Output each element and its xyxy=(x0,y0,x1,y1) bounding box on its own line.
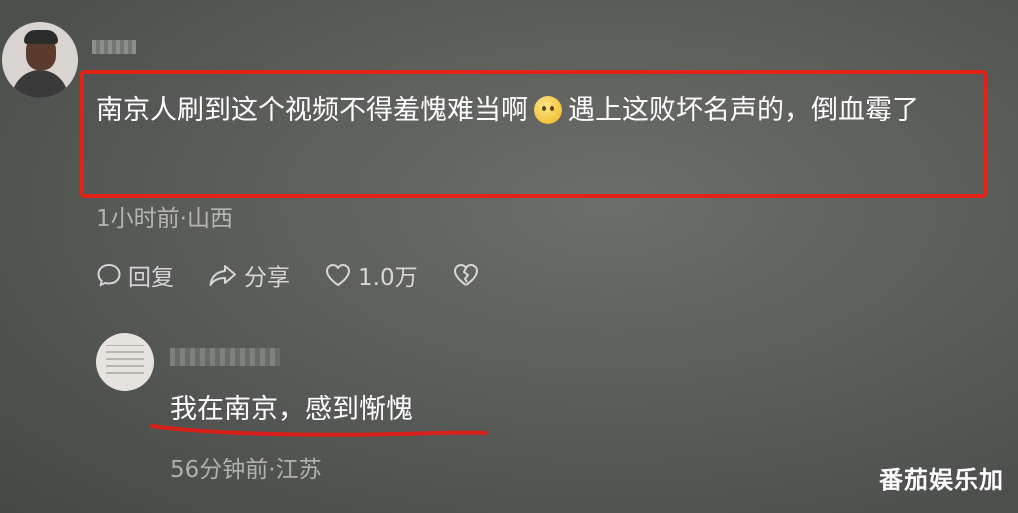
dislike-button[interactable] xyxy=(452,262,486,288)
like-count: 1.0万 xyxy=(358,265,418,291)
avatar-body-shape xyxy=(12,70,68,98)
comment-text-part-2: 遇上这败坏名声的，倒血霉了 xyxy=(568,95,919,126)
like-button[interactable]: 1.0万 xyxy=(324,258,418,292)
reply-label: 回复 xyxy=(128,265,174,291)
share-label: 分享 xyxy=(244,265,290,291)
avatar-hat-shape xyxy=(24,30,58,44)
comment-actions: 回复 分享 1.0万 xyxy=(96,258,520,292)
commenter-avatar[interactable] xyxy=(2,22,78,98)
broken-heart-icon xyxy=(453,264,478,286)
heart-icon xyxy=(326,264,350,286)
watermark: 番茄娱乐加 xyxy=(879,466,1004,494)
share-button[interactable]: 分享 xyxy=(208,258,290,292)
blurred-username xyxy=(92,40,136,54)
worried-face-emoji-icon xyxy=(534,96,562,124)
comment-meta: 1小时前·山西 xyxy=(96,206,233,232)
reply-button[interactable]: 回复 xyxy=(96,258,174,292)
reply-avatar[interactable] xyxy=(96,333,154,391)
red-underline xyxy=(150,424,488,437)
reply-avatar-pattern xyxy=(106,345,144,379)
share-arrow-icon xyxy=(209,265,236,286)
blurred-reply-username xyxy=(170,348,280,366)
reply-meta: 56分钟前·江苏 xyxy=(170,457,322,483)
reply-bubble-icon xyxy=(97,263,121,287)
comment-text-part-1: 南京人刷到这个视频不得羞愧难当啊 xyxy=(96,95,528,126)
comment-text: 南京人刷到这个视频不得羞愧难当啊 遇上这败坏名声的，倒血霉了 xyxy=(96,87,981,135)
